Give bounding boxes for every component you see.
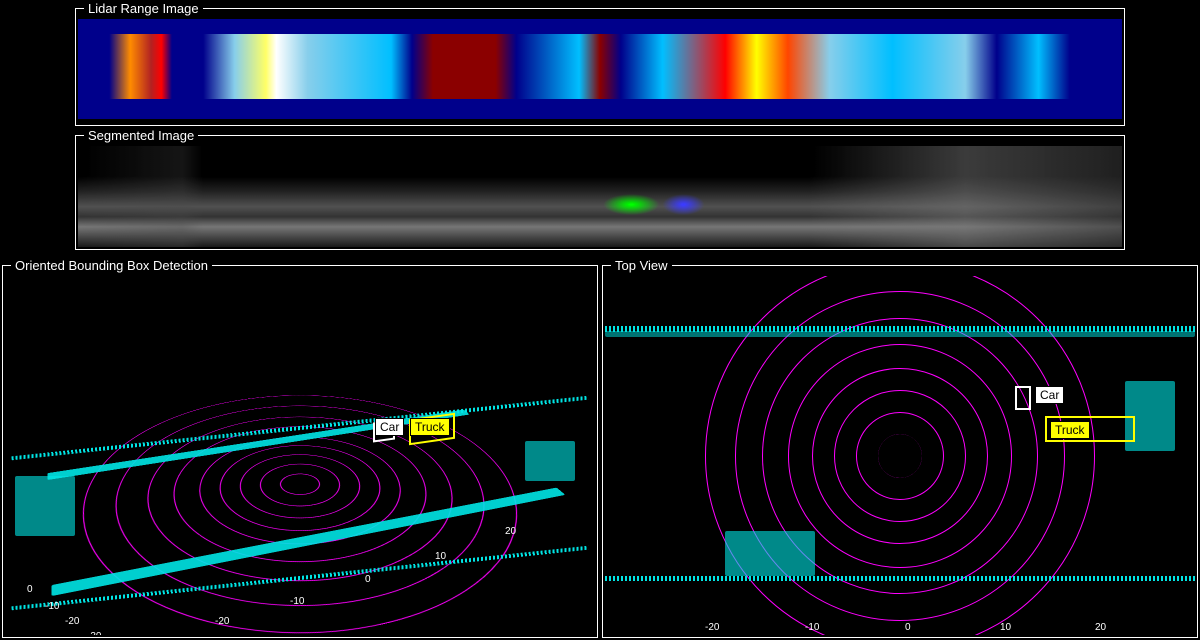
pointcloud-nonground — [525, 441, 575, 481]
obb-detection-panel: Oriented Bounding Box Detection Car Truc… — [2, 265, 598, 638]
axis-tick: -30 — [87, 631, 101, 635]
range-image-band — [78, 99, 1122, 119]
axis-tick: 0 — [27, 584, 33, 595]
axis-tick: 0 — [905, 622, 911, 633]
segmented-image-panel: Segmented Image — [75, 135, 1125, 250]
lidar-range-panel: Lidar Range Image — [75, 8, 1125, 126]
detection-label-truck[interactable]: Truck — [1050, 421, 1090, 439]
axis-tick: -20 — [65, 616, 79, 627]
detection-label-car[interactable]: Car — [1035, 386, 1064, 404]
panel-title: Top View — [611, 258, 672, 273]
axis-tick: -10 — [805, 622, 819, 633]
axis-tick: -20 — [705, 622, 719, 633]
top-view-panel: Top View Car Truck -20 -10 0 10 20 — [602, 265, 1198, 638]
axis-tick: 20 — [505, 526, 516, 537]
pointcloud-nonground — [725, 531, 815, 576]
axis-tick: 10 — [435, 551, 446, 562]
pointcloud-nonground — [15, 476, 75, 536]
range-image — [78, 34, 1122, 104]
panel-title: Oriented Bounding Box Detection — [11, 258, 212, 273]
pointcloud-top-view[interactable]: Car Truck -20 -10 0 10 20 — [605, 276, 1195, 635]
axis-tick: 20 — [1095, 622, 1106, 633]
detection-label-car[interactable]: Car — [375, 418, 404, 436]
axis-tick: -10 — [45, 601, 59, 612]
pointcloud-3d-view[interactable]: Car Truck 20 10 0 -10 -20 -30 0 -10 -20 … — [5, 276, 595, 635]
axis-tick: -30 — [145, 634, 159, 635]
panel-title: Lidar Range Image — [84, 1, 203, 16]
panel-title: Segmented Image — [84, 128, 198, 143]
bbox-car[interactable] — [1015, 386, 1031, 410]
pointcloud-nonground — [605, 331, 1195, 337]
axis-tick: -10 — [290, 596, 304, 607]
pointcloud-nonground — [605, 576, 1195, 581]
segmented-image — [78, 146, 1122, 247]
axis-tick: 0 — [365, 574, 371, 585]
axis-tick: 10 — [1000, 622, 1011, 633]
detection-label-truck[interactable]: Truck — [410, 418, 450, 436]
axis-tick: -20 — [215, 616, 229, 627]
